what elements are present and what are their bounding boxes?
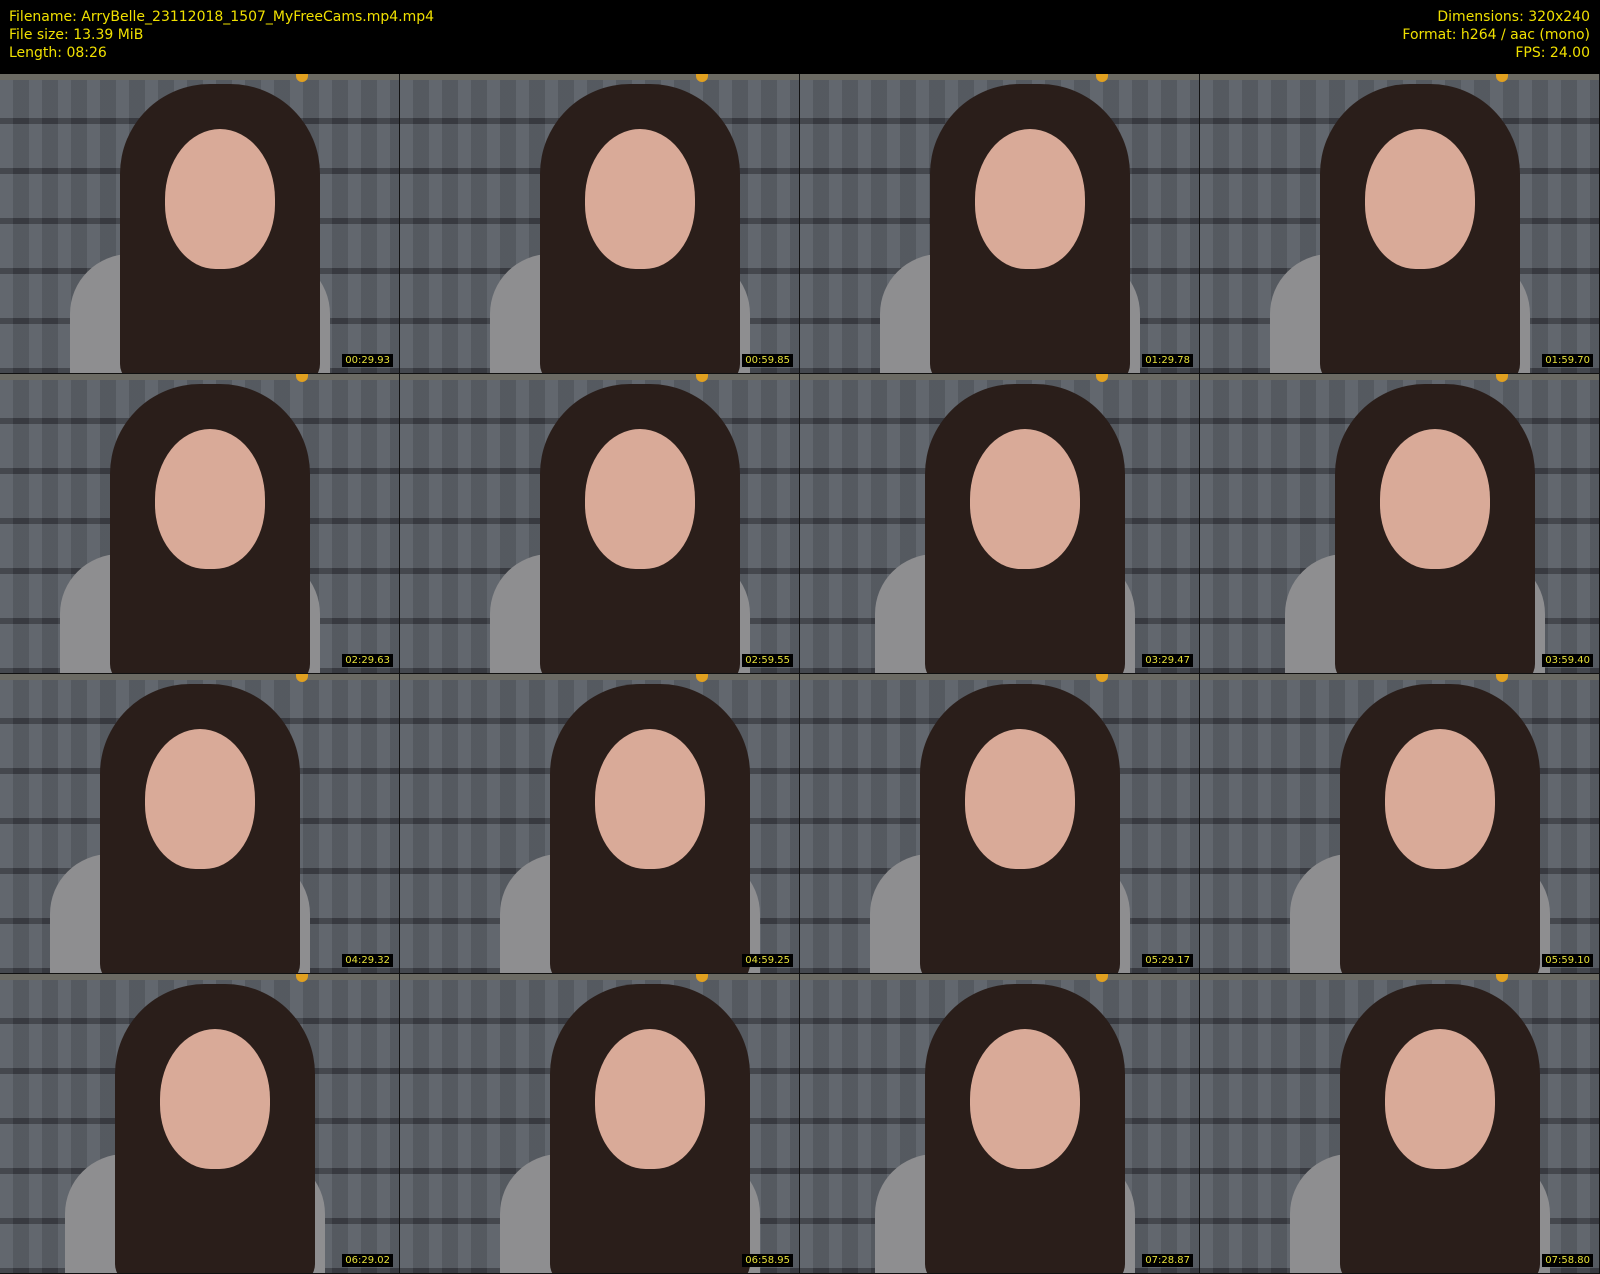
- timestamp: 03:29.47: [1142, 654, 1193, 667]
- frame-decoration: [296, 674, 308, 682]
- frame-top-bar: [800, 374, 1199, 380]
- thumbnail[interactable]: 07:58.80: [1200, 974, 1600, 1274]
- figure-face: [155, 429, 265, 569]
- timestamp: 01:59.70: [1542, 354, 1593, 367]
- frame-decoration: [1096, 74, 1108, 82]
- timestamp: 02:59.55: [742, 654, 793, 667]
- thumbnail[interactable]: 02:29.63: [0, 374, 400, 674]
- frame-top-bar: [1200, 674, 1599, 680]
- frame-decoration: [1496, 374, 1508, 382]
- frame-decoration: [696, 974, 708, 982]
- timestamp: 06:29.02: [342, 1254, 393, 1267]
- timestamp: 07:28.87: [1142, 1254, 1193, 1267]
- timestamp: 00:29.93: [342, 354, 393, 367]
- frame-top-bar: [400, 674, 799, 680]
- timestamp: 01:29.78: [1142, 354, 1193, 367]
- thumbnail[interactable]: 04:29.32: [0, 674, 400, 974]
- thumbnail[interactable]: 03:59.40: [1200, 374, 1600, 674]
- file-size: File size: 13.39 MiB: [9, 27, 144, 43]
- timestamp: 00:59.85: [742, 354, 793, 367]
- frame-top-bar: [1200, 974, 1599, 980]
- frame-decoration: [696, 374, 708, 382]
- frame-decoration: [1096, 674, 1108, 682]
- thumbnail[interactable]: 06:29.02: [0, 974, 400, 1274]
- thumbnail[interactable]: 05:59.10: [1200, 674, 1600, 974]
- timestamp: 04:59.25: [742, 954, 793, 967]
- frame-decoration: [696, 674, 708, 682]
- frame-top-bar: [0, 674, 399, 680]
- figure-face: [975, 129, 1085, 269]
- frame-decoration: [296, 74, 308, 82]
- figure-face: [585, 129, 695, 269]
- frame-top-bar: [1200, 74, 1599, 80]
- frame-top-bar: [800, 74, 1199, 80]
- timestamp: 06:58.95: [742, 1254, 793, 1267]
- figure-face: [970, 429, 1080, 569]
- frame-top-bar: [800, 674, 1199, 680]
- thumbnail[interactable]: 01:29.78: [800, 74, 1200, 374]
- frame-top-bar: [1200, 374, 1599, 380]
- timestamp: 07:58.80: [1542, 1254, 1593, 1267]
- thumbnail[interactable]: 03:29.47: [800, 374, 1200, 674]
- timestamp: 03:59.40: [1542, 654, 1593, 667]
- frame-decoration: [1096, 974, 1108, 982]
- frame-top-bar: [400, 74, 799, 80]
- frame-decoration: [1496, 74, 1508, 82]
- filename: Filename: ArryBelle_23112018_1507_MyFree…: [9, 9, 435, 25]
- figure-face: [1365, 129, 1475, 269]
- figure-face: [165, 129, 275, 269]
- timestamp: 05:29.17: [1142, 954, 1193, 967]
- frame-top-bar: [0, 74, 399, 80]
- frame-decoration: [296, 374, 308, 382]
- sheet-header: Filename: ArryBelle_23112018_1507_MyFree…: [0, 0, 1600, 74]
- frame-decoration: [1496, 674, 1508, 682]
- frame-decoration: [696, 74, 708, 82]
- thumbnail[interactable]: 01:59.70: [1200, 74, 1600, 374]
- dimensions: Dimensions: 320x240: [1437, 9, 1590, 25]
- fps: FPS: 24.00: [1515, 45, 1590, 61]
- frame-top-bar: [0, 974, 399, 980]
- frame-decoration: [1496, 974, 1508, 982]
- frame-decoration: [1096, 374, 1108, 382]
- figure-face: [1385, 729, 1495, 869]
- frame-top-bar: [400, 374, 799, 380]
- figure-face: [965, 729, 1075, 869]
- thumbnail[interactable]: 07:28.87: [800, 974, 1200, 1274]
- figure-face: [595, 729, 705, 869]
- timestamp: 04:29.32: [342, 954, 393, 967]
- figure-face: [595, 1029, 705, 1169]
- frame-decoration: [296, 974, 308, 982]
- thumbnail[interactable]: 00:29.93: [0, 74, 400, 374]
- thumbnail[interactable]: 04:59.25: [400, 674, 800, 974]
- frame-top-bar: [400, 974, 799, 980]
- figure-face: [1380, 429, 1490, 569]
- figure-face: [145, 729, 255, 869]
- timestamp: 02:29.63: [342, 654, 393, 667]
- length: Length: 08:26: [9, 45, 107, 61]
- figure-face: [1385, 1029, 1495, 1169]
- figure-face: [970, 1029, 1080, 1169]
- figure-face: [160, 1029, 270, 1169]
- frame-top-bar: [0, 374, 399, 380]
- thumbnail[interactable]: 06:58.95: [400, 974, 800, 1274]
- thumbnail[interactable]: 02:59.55: [400, 374, 800, 674]
- thumbnail[interactable]: 00:59.85: [400, 74, 800, 374]
- thumbnail[interactable]: 05:29.17: [800, 674, 1200, 974]
- frame-top-bar: [800, 974, 1199, 980]
- figure-face: [585, 429, 695, 569]
- media-info: Dimensions: 320x240 Format: h264 / aac (…: [1402, 8, 1590, 62]
- file-info: Filename: ArryBelle_23112018_1507_MyFree…: [9, 8, 434, 62]
- thumbnail-grid: 00:29.93 00:59.85 01:29.78 01:59.70 02:2…: [0, 74, 1600, 1274]
- timestamp: 05:59.10: [1542, 954, 1593, 967]
- format: Format: h264 / aac (mono): [1402, 27, 1590, 43]
